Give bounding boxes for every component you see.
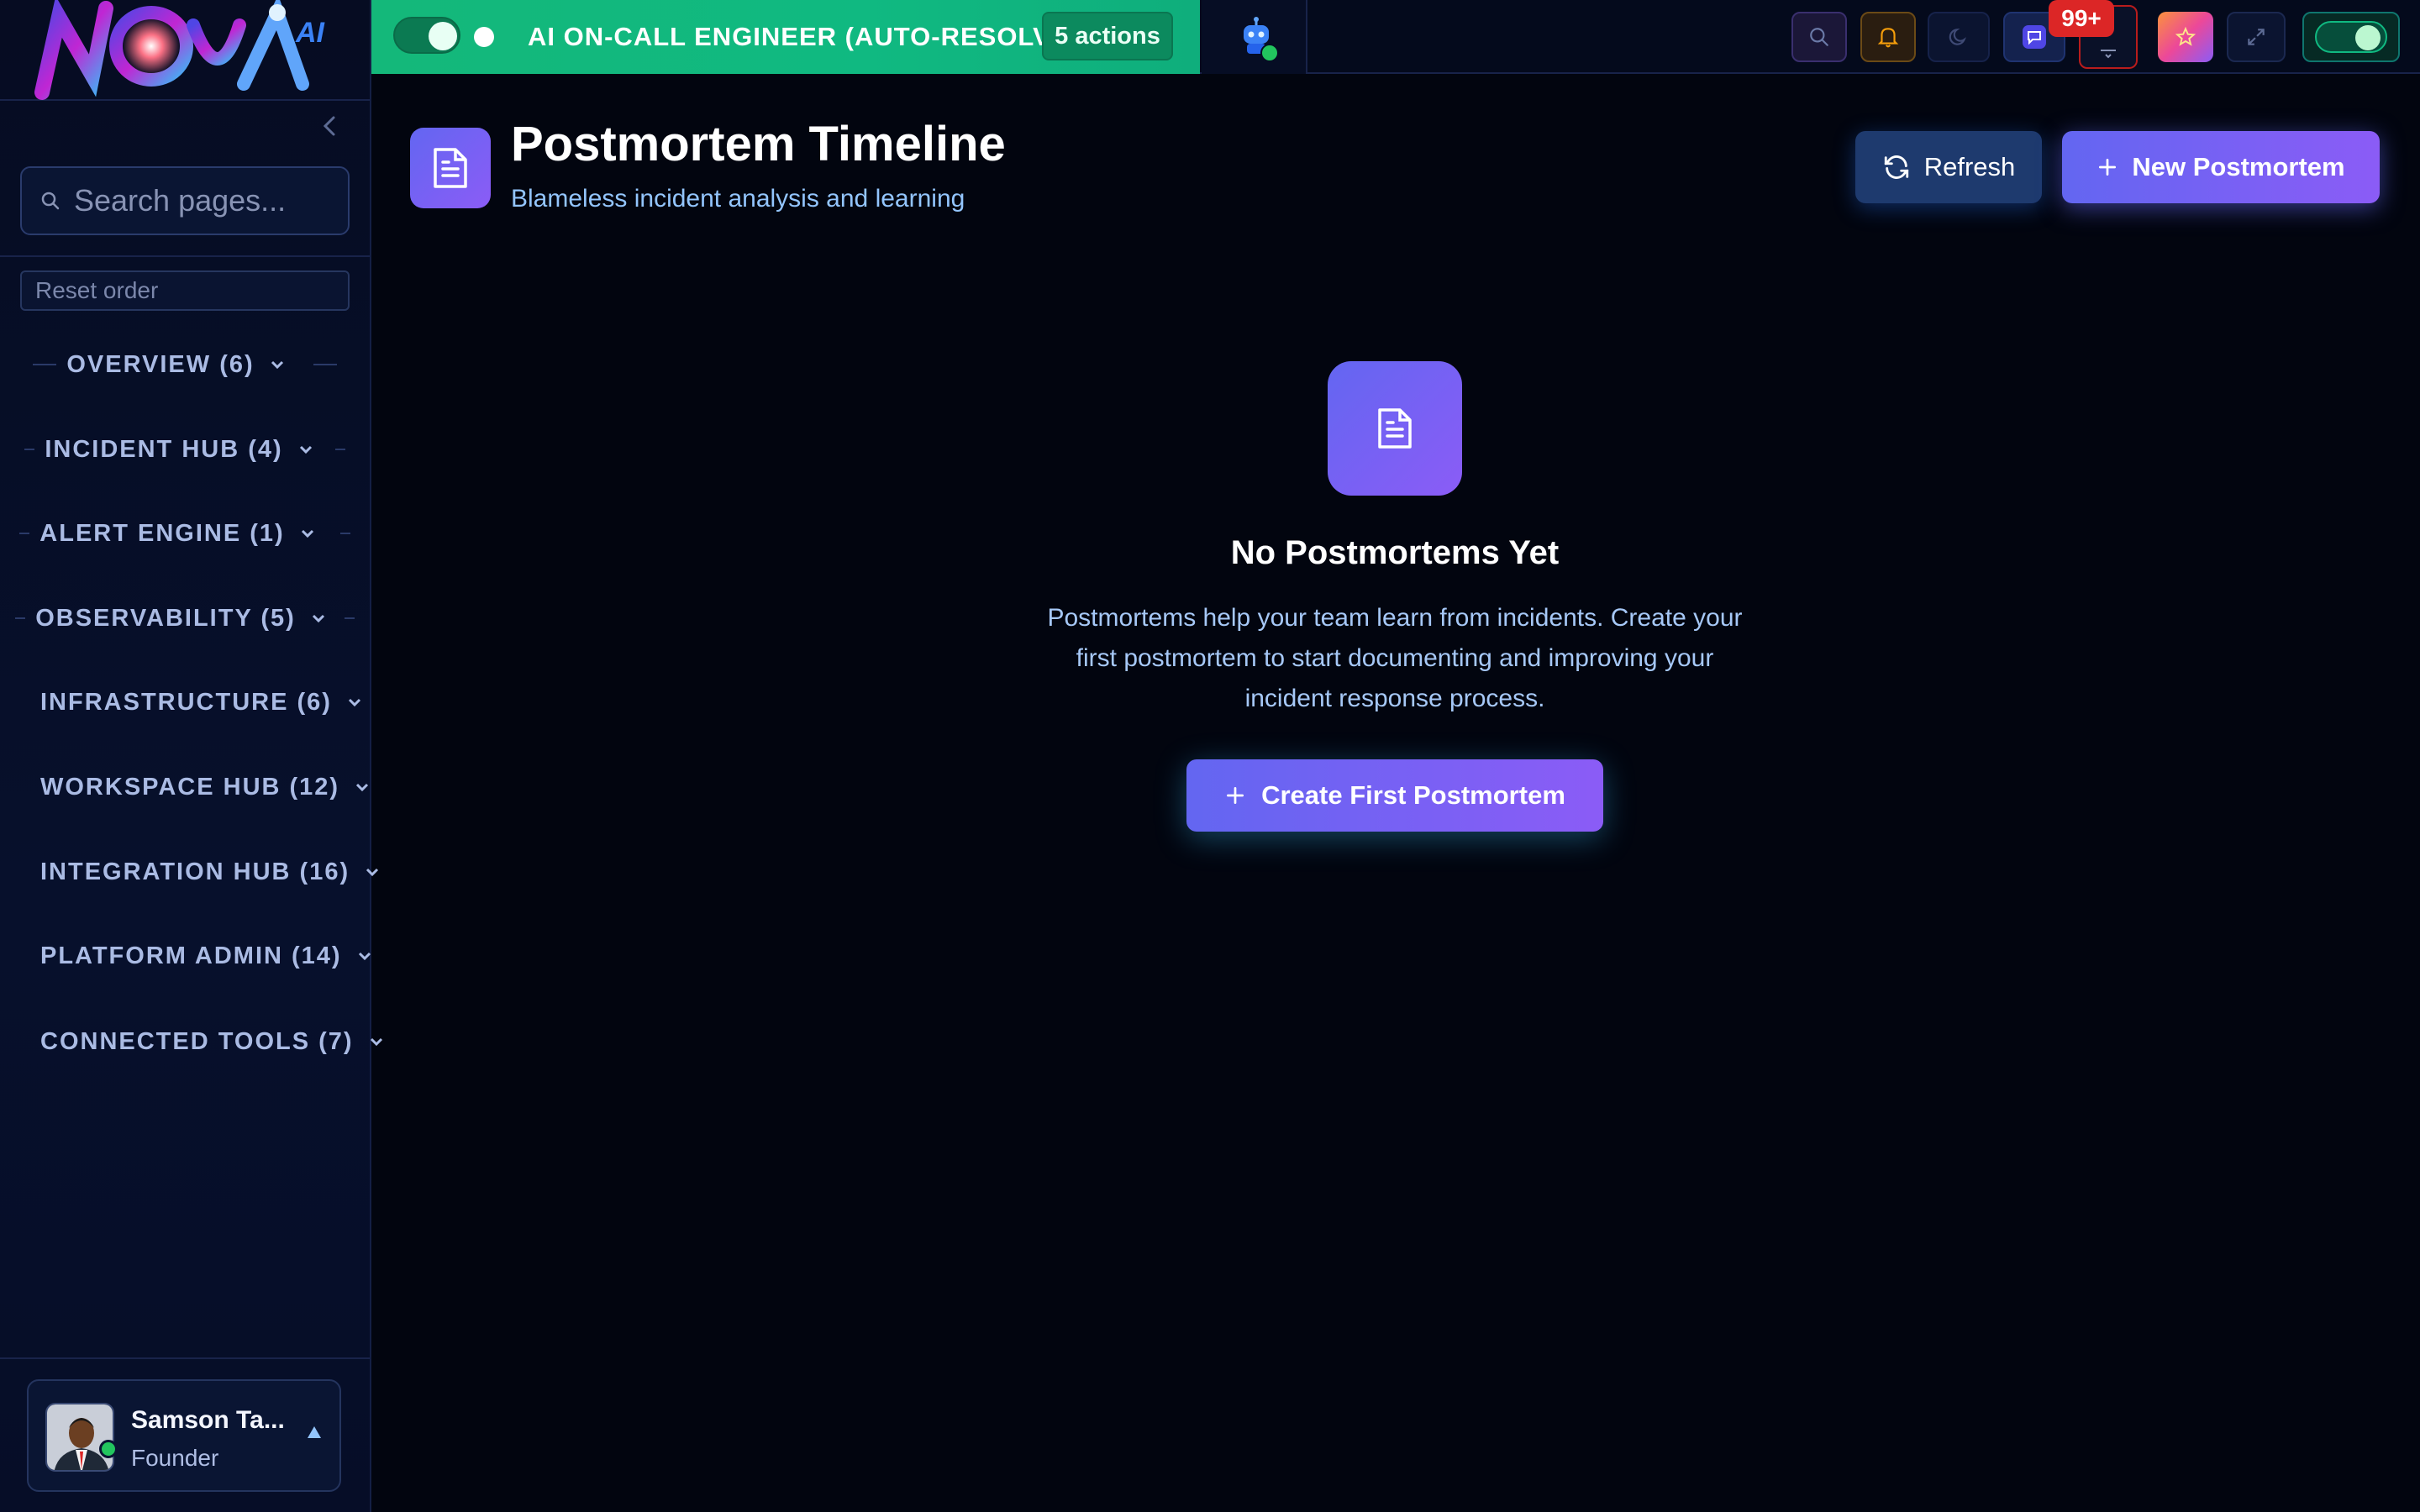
sidebar-section-alert-engine[interactable]: ALERT ENGINE (1) bbox=[0, 508, 370, 559]
chevron-down-icon bbox=[355, 782, 370, 792]
create-first-postmortem-button[interactable]: Create First Postmortem bbox=[1186, 759, 1603, 832]
avatar bbox=[45, 1403, 114, 1472]
section-label: INCIDENT HUB (4) bbox=[45, 435, 283, 463]
chevron-left-icon bbox=[323, 116, 335, 136]
topbar: AI ON-CALL ENGINEER (AUTO-RESOLVE) 5 act… bbox=[371, 0, 2420, 74]
chevron-down-icon bbox=[357, 951, 372, 961]
toggle-track bbox=[2315, 21, 2387, 53]
ai-oncall-banner: AI ON-CALL ENGINEER (AUTO-RESOLVE) 5 act… bbox=[371, 0, 1200, 74]
sidebar-section-observability[interactable]: OBSERVABILITY (5) bbox=[0, 593, 370, 643]
sidebar-section-overview[interactable]: OVERVIEW (6) bbox=[0, 339, 370, 390]
nova-logo-icon bbox=[34, 0, 309, 100]
toggle-knob bbox=[2355, 25, 2381, 50]
search-pages-input[interactable] bbox=[74, 183, 343, 218]
empty-state-title: No Postmortems Yet bbox=[1230, 534, 1560, 571]
bell-icon bbox=[1877, 28, 1899, 48]
user-role: Founder bbox=[131, 1445, 219, 1471]
collapse-sidebar-button[interactable] bbox=[318, 114, 341, 138]
caret-up-icon bbox=[306, 1425, 323, 1444]
star-icon bbox=[2175, 26, 2196, 46]
search-icon bbox=[40, 191, 60, 211]
section-line bbox=[19, 533, 30, 534]
sidebar-divider bbox=[0, 1357, 370, 1359]
chevron-down-icon bbox=[311, 613, 326, 623]
sidebar-divider bbox=[0, 255, 370, 257]
favorites-button[interactable] bbox=[2158, 12, 2213, 62]
fullscreen-button[interactable] bbox=[2227, 12, 2286, 62]
logo-ai-text: AI bbox=[296, 17, 324, 49]
sidebar: AI Reset order OVERVIEW (6) INCIDENT HUB… bbox=[0, 0, 382, 1512]
logo[interactable]: AI bbox=[0, 0, 370, 101]
section-line bbox=[339, 533, 350, 534]
page-title: Postmortem Timeline bbox=[511, 117, 1006, 171]
chevron-down-icon bbox=[369, 1037, 384, 1047]
notification-count-badge: 99+ bbox=[2049, 0, 2114, 37]
theme-toggle-button[interactable] bbox=[1928, 12, 1990, 62]
page-subtitle: Blameless incident analysis and learning bbox=[511, 185, 965, 213]
empty-state-icon bbox=[1328, 361, 1462, 496]
empty-state-description: Postmortems help your team learn from in… bbox=[1047, 604, 1743, 712]
document-icon bbox=[1378, 408, 1412, 449]
mode-toggle[interactable] bbox=[2302, 12, 2400, 62]
section-line bbox=[344, 617, 355, 619]
reset-order-button[interactable]: Reset order bbox=[20, 270, 350, 311]
chevron-down-icon bbox=[298, 444, 313, 454]
section-line bbox=[334, 449, 345, 450]
section-line bbox=[15, 617, 26, 619]
moon-icon bbox=[1949, 28, 1966, 45]
user-name: Samson Ta... bbox=[131, 1406, 285, 1434]
assistant-online-dot bbox=[1260, 44, 1279, 62]
refresh-button[interactable]: Refresh bbox=[1855, 131, 2042, 203]
chat-icon bbox=[2023, 25, 2046, 49]
search-icon bbox=[1810, 28, 1828, 46]
expand-icon bbox=[2248, 29, 2265, 45]
chevron-down-icon bbox=[270, 360, 285, 370]
new-postmortem-label: New Postmortem bbox=[2132, 152, 2345, 181]
section-label: OBSERVABILITY (5) bbox=[35, 604, 296, 632]
create-first-postmortem-label: Create First Postmortem bbox=[1261, 780, 1565, 810]
document-icon bbox=[434, 148, 467, 188]
sidebar-section-infrastructure[interactable]: INFRASTRUCTURE (6) bbox=[0, 677, 370, 727]
new-postmortem-button[interactable]: New Postmortem bbox=[2062, 131, 2380, 203]
ai-oncall-toggle[interactable] bbox=[393, 17, 460, 54]
sidebar-section-workspace-hub[interactable]: WORKSPACE HUB (12) bbox=[0, 762, 370, 812]
refresh-icon bbox=[1884, 155, 1908, 179]
section-label: INTEGRATION HUB (16) bbox=[40, 858, 350, 885]
user-menu[interactable]: Samson Ta... Founder bbox=[27, 1379, 341, 1492]
status-dot bbox=[474, 27, 494, 47]
sidebar-section-platform-admin[interactable]: PLATFORM ADMIN (14) bbox=[0, 931, 372, 981]
sidebar-section-incident-hub[interactable]: INCIDENT HUB (4) bbox=[0, 424, 370, 475]
alerts-icon bbox=[2101, 50, 2116, 59]
chevron-down-icon bbox=[347, 697, 362, 707]
sidebar-section-connected-tools[interactable]: CONNECTED TOOLS (7) bbox=[0, 1016, 382, 1067]
plus-icon bbox=[1227, 786, 1244, 805]
section-label: WORKSPACE HUB (12) bbox=[40, 773, 340, 801]
notifications-button[interactable] bbox=[1860, 12, 1916, 62]
toggle-knob bbox=[429, 22, 457, 50]
plus-icon bbox=[2099, 158, 2117, 176]
chevron-down-icon bbox=[365, 867, 380, 877]
actions-badge[interactable]: 5 actions bbox=[1042, 12, 1173, 60]
online-status-dot bbox=[99, 1440, 118, 1458]
search-pages-box[interactable] bbox=[20, 166, 350, 235]
banner-title: AI ON-CALL ENGINEER (AUTO-RESOLVE) bbox=[528, 22, 1079, 51]
section-label: OVERVIEW (6) bbox=[66, 350, 255, 378]
section-label: ALERT ENGINE (1) bbox=[39, 519, 285, 547]
section-label: INFRASTRUCTURE (6) bbox=[40, 688, 332, 716]
section-line bbox=[33, 364, 57, 365]
global-search-button[interactable] bbox=[1791, 12, 1847, 62]
section-label: PLATFORM ADMIN (14) bbox=[40, 942, 342, 969]
section-label: CONNECTED TOOLS (7) bbox=[40, 1027, 354, 1055]
section-line bbox=[24, 449, 35, 450]
sidebar-section-integration-hub[interactable]: INTEGRATION HUB (16) bbox=[0, 847, 379, 897]
refresh-label: Refresh bbox=[1923, 152, 2016, 181]
section-line bbox=[313, 364, 337, 365]
chevron-down-icon bbox=[300, 528, 315, 538]
postmortem-header-icon bbox=[410, 128, 491, 208]
ai-assistant-button[interactable] bbox=[1202, 0, 1307, 74]
